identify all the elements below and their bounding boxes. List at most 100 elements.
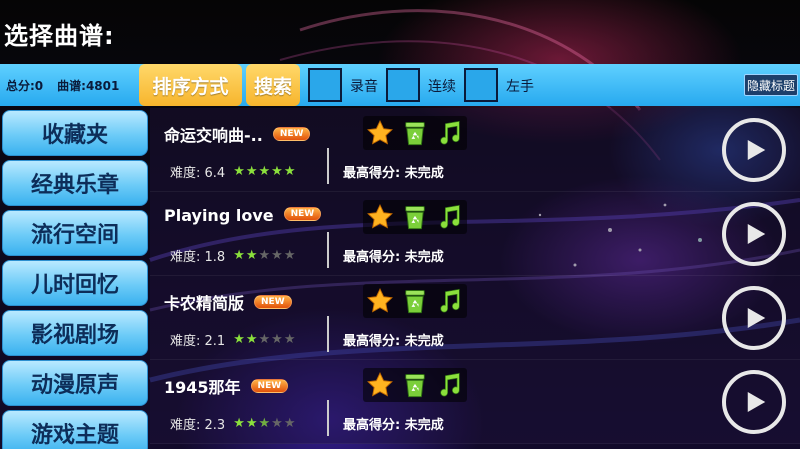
rating-star: ★ xyxy=(271,164,284,179)
category-classical[interactable]: 经典乐章 xyxy=(2,160,148,206)
recycle-bin-icon[interactable] xyxy=(400,118,430,148)
page-title: 选择曲谱: xyxy=(4,22,115,50)
difficulty-text: 难度: 2.3 xyxy=(170,418,226,433)
recycle-bin-icon[interactable] xyxy=(400,286,430,316)
music-note-icon[interactable] xyxy=(435,370,465,400)
song-row[interactable]: Playing love NEW 难度: 1.8 ★★★★★ 最高得分: 未完成 xyxy=(150,192,800,276)
music-note-icon[interactable] xyxy=(435,286,465,316)
best-score: 最高得分: 未完成 xyxy=(343,166,444,181)
continuous-checkbox[interactable] xyxy=(386,68,420,102)
rating-star: ★ xyxy=(283,332,297,347)
rating-star: ★ xyxy=(271,248,284,263)
divider xyxy=(327,400,329,436)
play-icon xyxy=(747,224,766,244)
star-icon[interactable] xyxy=(365,118,395,148)
rating-stars: ★★★★★ xyxy=(233,248,296,263)
category-favorites[interactable]: 收藏夹 xyxy=(2,110,148,156)
song-actions xyxy=(363,368,467,402)
rating-star: ★ xyxy=(258,164,272,179)
song-row[interactable]: 卡农精简版 NEW 难度: 2.1 ★★★★★ 最高得分: 未完成 xyxy=(150,276,800,360)
category-childhood[interactable]: 儿时回忆 xyxy=(2,260,148,306)
song-row[interactable]: 1945那年 NEW 难度: 2.3 ★★★★★ 最高得分: 未完成 xyxy=(150,360,800,444)
new-badge: NEW xyxy=(250,378,289,393)
sort-button[interactable]: 排序方式 xyxy=(139,64,242,106)
rating-stars: ★★★★★ xyxy=(233,164,296,179)
play-button[interactable] xyxy=(722,202,786,266)
rating-star: ★ xyxy=(271,332,284,347)
star-icon[interactable] xyxy=(365,202,395,232)
rating-star: ★ xyxy=(245,416,259,431)
recycle-bin-icon[interactable] xyxy=(400,370,430,400)
play-icon xyxy=(747,392,766,412)
category-film-tv[interactable]: 影视剧场 xyxy=(2,310,148,356)
difficulty: 难度: 1.8 ★★★★★ xyxy=(170,246,296,265)
song-count: 曲谱:4801 xyxy=(57,78,120,93)
rating-star: ★ xyxy=(271,416,284,431)
rating-star: ★ xyxy=(233,416,246,431)
difficulty-text: 难度: 1.8 xyxy=(170,250,226,265)
total-score: 总分:0 xyxy=(6,78,44,93)
new-badge: NEW xyxy=(272,126,311,141)
rating-star: ★ xyxy=(258,248,272,263)
music-note-icon[interactable] xyxy=(435,118,465,148)
song-row[interactable]: 命运交响曲-.. NEW 难度: 6.4 ★★★★★ 最高得分: 未完成 xyxy=(150,108,800,192)
rating-star: ★ xyxy=(245,248,259,263)
play-button[interactable] xyxy=(722,118,786,182)
left-hand-label: 左手 xyxy=(506,79,534,95)
difficulty: 难度: 6.4 ★★★★★ xyxy=(170,162,296,181)
song-actions xyxy=(363,200,467,234)
divider xyxy=(327,316,329,352)
rating-stars: ★★★★★ xyxy=(233,332,296,347)
category-pop[interactable]: 流行空间 xyxy=(2,210,148,256)
difficulty-text: 难度: 6.4 xyxy=(170,166,226,181)
rating-star: ★ xyxy=(245,332,259,347)
play-icon xyxy=(747,140,766,160)
difficulty-text: 难度: 2.1 xyxy=(170,334,226,349)
new-badge: NEW xyxy=(254,294,292,309)
hide-title-button[interactable]: 隐藏标题 xyxy=(744,74,798,96)
divider xyxy=(327,148,329,184)
song-title: 卡农精简版 NEW xyxy=(164,290,292,314)
left-hand-checkbox[interactable] xyxy=(464,68,498,102)
rating-star: ★ xyxy=(233,248,246,263)
new-badge: NEW xyxy=(283,206,322,221)
rating-star: ★ xyxy=(233,164,246,179)
category-game[interactable]: 游戏主题 xyxy=(2,410,148,449)
rating-star: ★ xyxy=(283,248,297,263)
play-button[interactable] xyxy=(722,286,786,350)
song-title-text: 1945那年 xyxy=(164,378,241,397)
rating-star: ★ xyxy=(233,332,246,347)
song-actions xyxy=(363,284,467,318)
song-title-text: 卡农精简版 xyxy=(164,294,245,313)
song-title: 1945那年 NEW xyxy=(164,374,289,398)
difficulty: 难度: 2.3 ★★★★★ xyxy=(170,414,296,433)
rating-star: ★ xyxy=(258,416,272,431)
song-title-text: Playing love xyxy=(164,206,274,225)
song-title-text: 命运交响曲-.. xyxy=(164,126,263,145)
best-score: 最高得分: 未完成 xyxy=(343,418,444,433)
star-icon[interactable] xyxy=(365,370,395,400)
difficulty: 难度: 2.1 ★★★★★ xyxy=(170,330,296,349)
best-score: 最高得分: 未完成 xyxy=(343,334,444,349)
song-actions xyxy=(363,116,467,150)
rating-star: ★ xyxy=(283,416,297,431)
rating-star: ★ xyxy=(283,164,297,179)
best-score: 最高得分: 未完成 xyxy=(343,250,444,265)
divider xyxy=(327,232,329,268)
play-icon xyxy=(747,308,766,328)
record-checkbox[interactable] xyxy=(308,68,342,102)
recycle-bin-icon[interactable] xyxy=(400,202,430,232)
music-note-icon[interactable] xyxy=(435,202,465,232)
song-title: 命运交响曲-.. NEW xyxy=(164,122,311,146)
star-icon[interactable] xyxy=(365,286,395,316)
toolbar: 总分:0 曲谱:4801 排序方式 搜索 录音 连续 左手 隐藏标题 xyxy=(0,64,800,106)
category-anime[interactable]: 动漫原声 xyxy=(2,360,148,406)
category-sidebar: 收藏夹 经典乐章 流行空间 儿时回忆 影视剧场 动漫原声 游戏主题 xyxy=(2,110,148,449)
rating-star: ★ xyxy=(245,164,259,179)
search-button[interactable]: 搜索 xyxy=(246,64,300,106)
rating-stars: ★★★★★ xyxy=(233,416,296,431)
play-button[interactable] xyxy=(722,370,786,434)
record-label: 录音 xyxy=(350,79,378,95)
continuous-label: 连续 xyxy=(428,79,456,95)
song-title: Playing love NEW xyxy=(164,206,322,225)
